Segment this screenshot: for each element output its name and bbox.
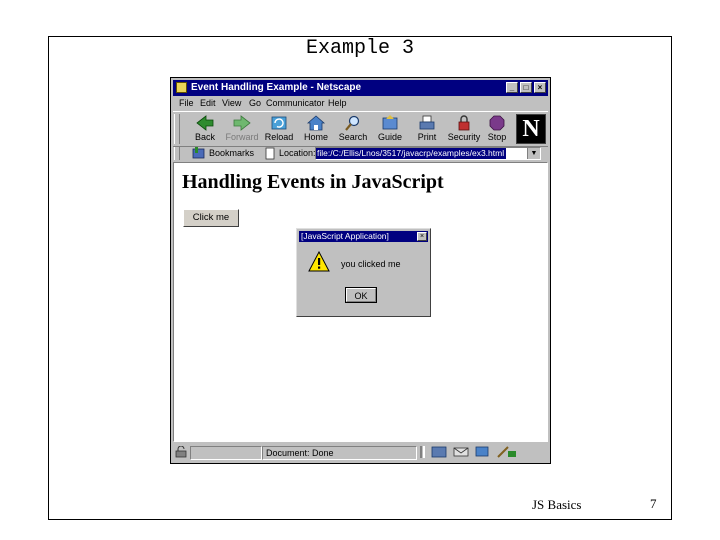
slide-title: Example 3: [305, 37, 415, 60]
alert-ok-label: OK: [346, 288, 376, 302]
location-url[interactable]: file:/C:/Ellis/Lnos/3517/javacrp/example…: [316, 148, 506, 159]
menu-go[interactable]: Go: [249, 98, 261, 108]
forward-label: Forward: [225, 132, 259, 142]
forward-arrow-icon: [233, 115, 251, 131]
stop-button[interactable]: Stop: [479, 113, 515, 145]
javascript-alert-dialog: [JavaScript Application] × you clicked m…: [296, 228, 431, 317]
window-titlebar[interactable]: Event Handling Example - Netscape _ □ ×: [173, 80, 548, 96]
click-me-button[interactable]: Click me: [183, 209, 239, 227]
mail-icon: [453, 447, 469, 457]
warning-icon: [308, 251, 330, 272]
menu-file[interactable]: File: [179, 98, 194, 108]
reload-icon: [271, 116, 287, 130]
location-field[interactable]: file:/C:/Ellis/Lnos/3517/javacrp/example…: [315, 147, 541, 160]
close-button[interactable]: ×: [534, 82, 546, 93]
location-dropdown-icon[interactable]: ▼: [527, 148, 540, 159]
guide-button[interactable]: Guide: [372, 113, 408, 145]
slide-footer: JS Basics: [532, 497, 582, 512]
page-content: Handling Events in JavaScript Click me […: [173, 162, 548, 442]
location-grip[interactable]: [174, 147, 180, 160]
toolbar-grip[interactable]: [174, 114, 180, 144]
security-button[interactable]: Security: [446, 113, 482, 145]
forward-button[interactable]: Forward: [224, 113, 260, 145]
status-bar: Document: Done: [173, 444, 548, 461]
component-bar: [420, 446, 516, 458]
bookmarks-button[interactable]: Bookmarks: [209, 148, 254, 158]
home-icon: [306, 115, 326, 131]
discussions-icon: [475, 446, 489, 457]
location-toolbar: Bookmarks Location: file:/C:/Ellis/Lnos/…: [173, 146, 548, 161]
netscape-logo: N: [516, 114, 546, 144]
security-label: Security: [447, 132, 481, 142]
composer-icon: [497, 446, 516, 458]
navigation-toolbar: Back Forward Reload Home Search Guide Pr…: [173, 111, 548, 147]
home-label: Home: [303, 132, 328, 142]
page-heading: Handling Events in JavaScript: [182, 171, 444, 193]
print-button[interactable]: Print: [409, 113, 445, 145]
navigator-icon: [431, 446, 447, 458]
progress-pane: [190, 446, 262, 460]
menu-bar: File Edit View Go Communicator Help: [173, 97, 548, 111]
security-lock-icon: [458, 115, 470, 131]
slide-page-number: 7: [650, 496, 657, 511]
security-status-icon[interactable]: [174, 446, 188, 458]
component-bar-grip-icon: [420, 446, 425, 458]
alert-titlebar[interactable]: [JavaScript Application] ×: [299, 231, 428, 242]
menu-communicator[interactable]: Communicator: [266, 98, 325, 108]
netscape-app-icon: [176, 82, 187, 93]
location-label: Location:: [279, 148, 316, 158]
menu-help[interactable]: Help: [328, 98, 347, 108]
alert-close-button[interactable]: ×: [417, 232, 427, 241]
guide-label: Guide: [377, 132, 403, 142]
stop-label: Stop: [487, 132, 507, 142]
menu-view[interactable]: View: [222, 98, 241, 108]
back-arrow-icon: [196, 115, 214, 131]
minimize-button[interactable]: _: [506, 82, 518, 93]
guide-icon: [382, 115, 398, 130]
search-button[interactable]: Search: [335, 113, 371, 145]
reload-button[interactable]: Reload: [261, 113, 297, 145]
browser-window: Event Handling Example - Netscape _ □ × …: [170, 77, 551, 464]
back-label: Back: [194, 132, 215, 142]
search-icon: [345, 115, 360, 131]
menu-edit[interactable]: Edit: [200, 98, 216, 108]
print-label: Print: [417, 132, 437, 142]
reload-label: Reload: [264, 132, 294, 142]
search-label: Search: [338, 132, 368, 142]
home-button[interactable]: Home: [298, 113, 334, 145]
maximize-button[interactable]: □: [520, 82, 532, 93]
stop-icon: [489, 115, 505, 131]
status-text: Document: Done: [262, 446, 417, 460]
alert-ok-button[interactable]: OK: [345, 287, 377, 303]
alert-title: [JavaScript Application]: [301, 231, 389, 241]
back-button[interactable]: Back: [187, 113, 223, 145]
print-icon: [419, 115, 435, 130]
location-page-icon: [265, 147, 275, 160]
bookmarks-icon: [192, 147, 205, 159]
window-title: Event Handling Example - Netscape: [191, 82, 362, 93]
alert-message: you clicked me: [341, 259, 401, 269]
